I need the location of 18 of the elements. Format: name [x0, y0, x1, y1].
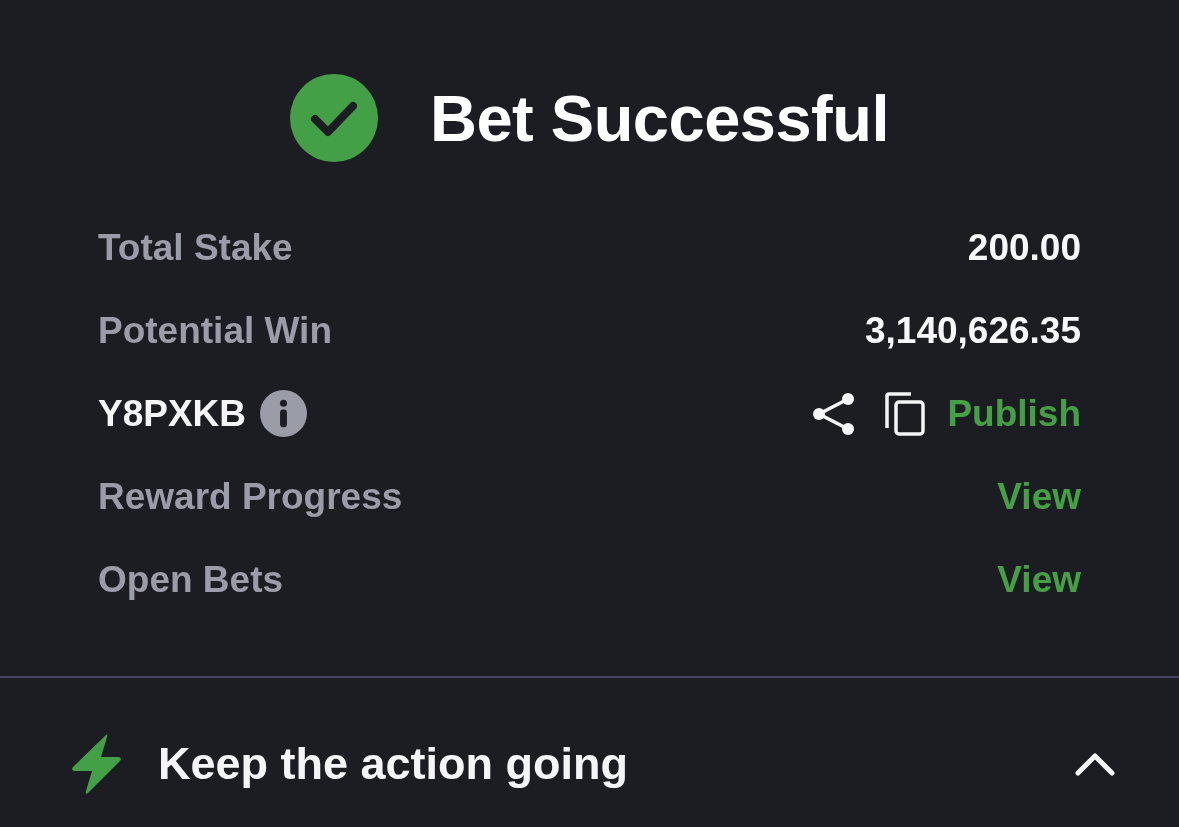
booking-code: Y8PXKB — [98, 392, 247, 435]
chevron-icon[interactable] — [1075, 752, 1115, 776]
summary-value: 200.00 — [967, 226, 1081, 269]
publish-link[interactable]: Publish — [947, 392, 1081, 435]
view-link[interactable]: View — [997, 475, 1081, 518]
success-check-icon — [290, 74, 378, 162]
promo-title: Keep the action going — [158, 738, 629, 790]
summary-label: Reward Progress — [98, 475, 403, 518]
view-link[interactable]: View — [997, 558, 1081, 601]
copy-icon[interactable] — [885, 391, 926, 436]
lightning-icon — [70, 733, 122, 795]
summary-label: Total Stake — [98, 226, 293, 269]
header-title: Bet Successful — [430, 80, 889, 156]
info-icon[interactable] — [260, 390, 308, 437]
summary-value: 3,140,626.35 — [864, 309, 1081, 352]
summary-label: Open Bets — [98, 558, 284, 601]
summary-label: Potential Win — [98, 309, 332, 352]
share-icon[interactable] — [812, 391, 855, 436]
